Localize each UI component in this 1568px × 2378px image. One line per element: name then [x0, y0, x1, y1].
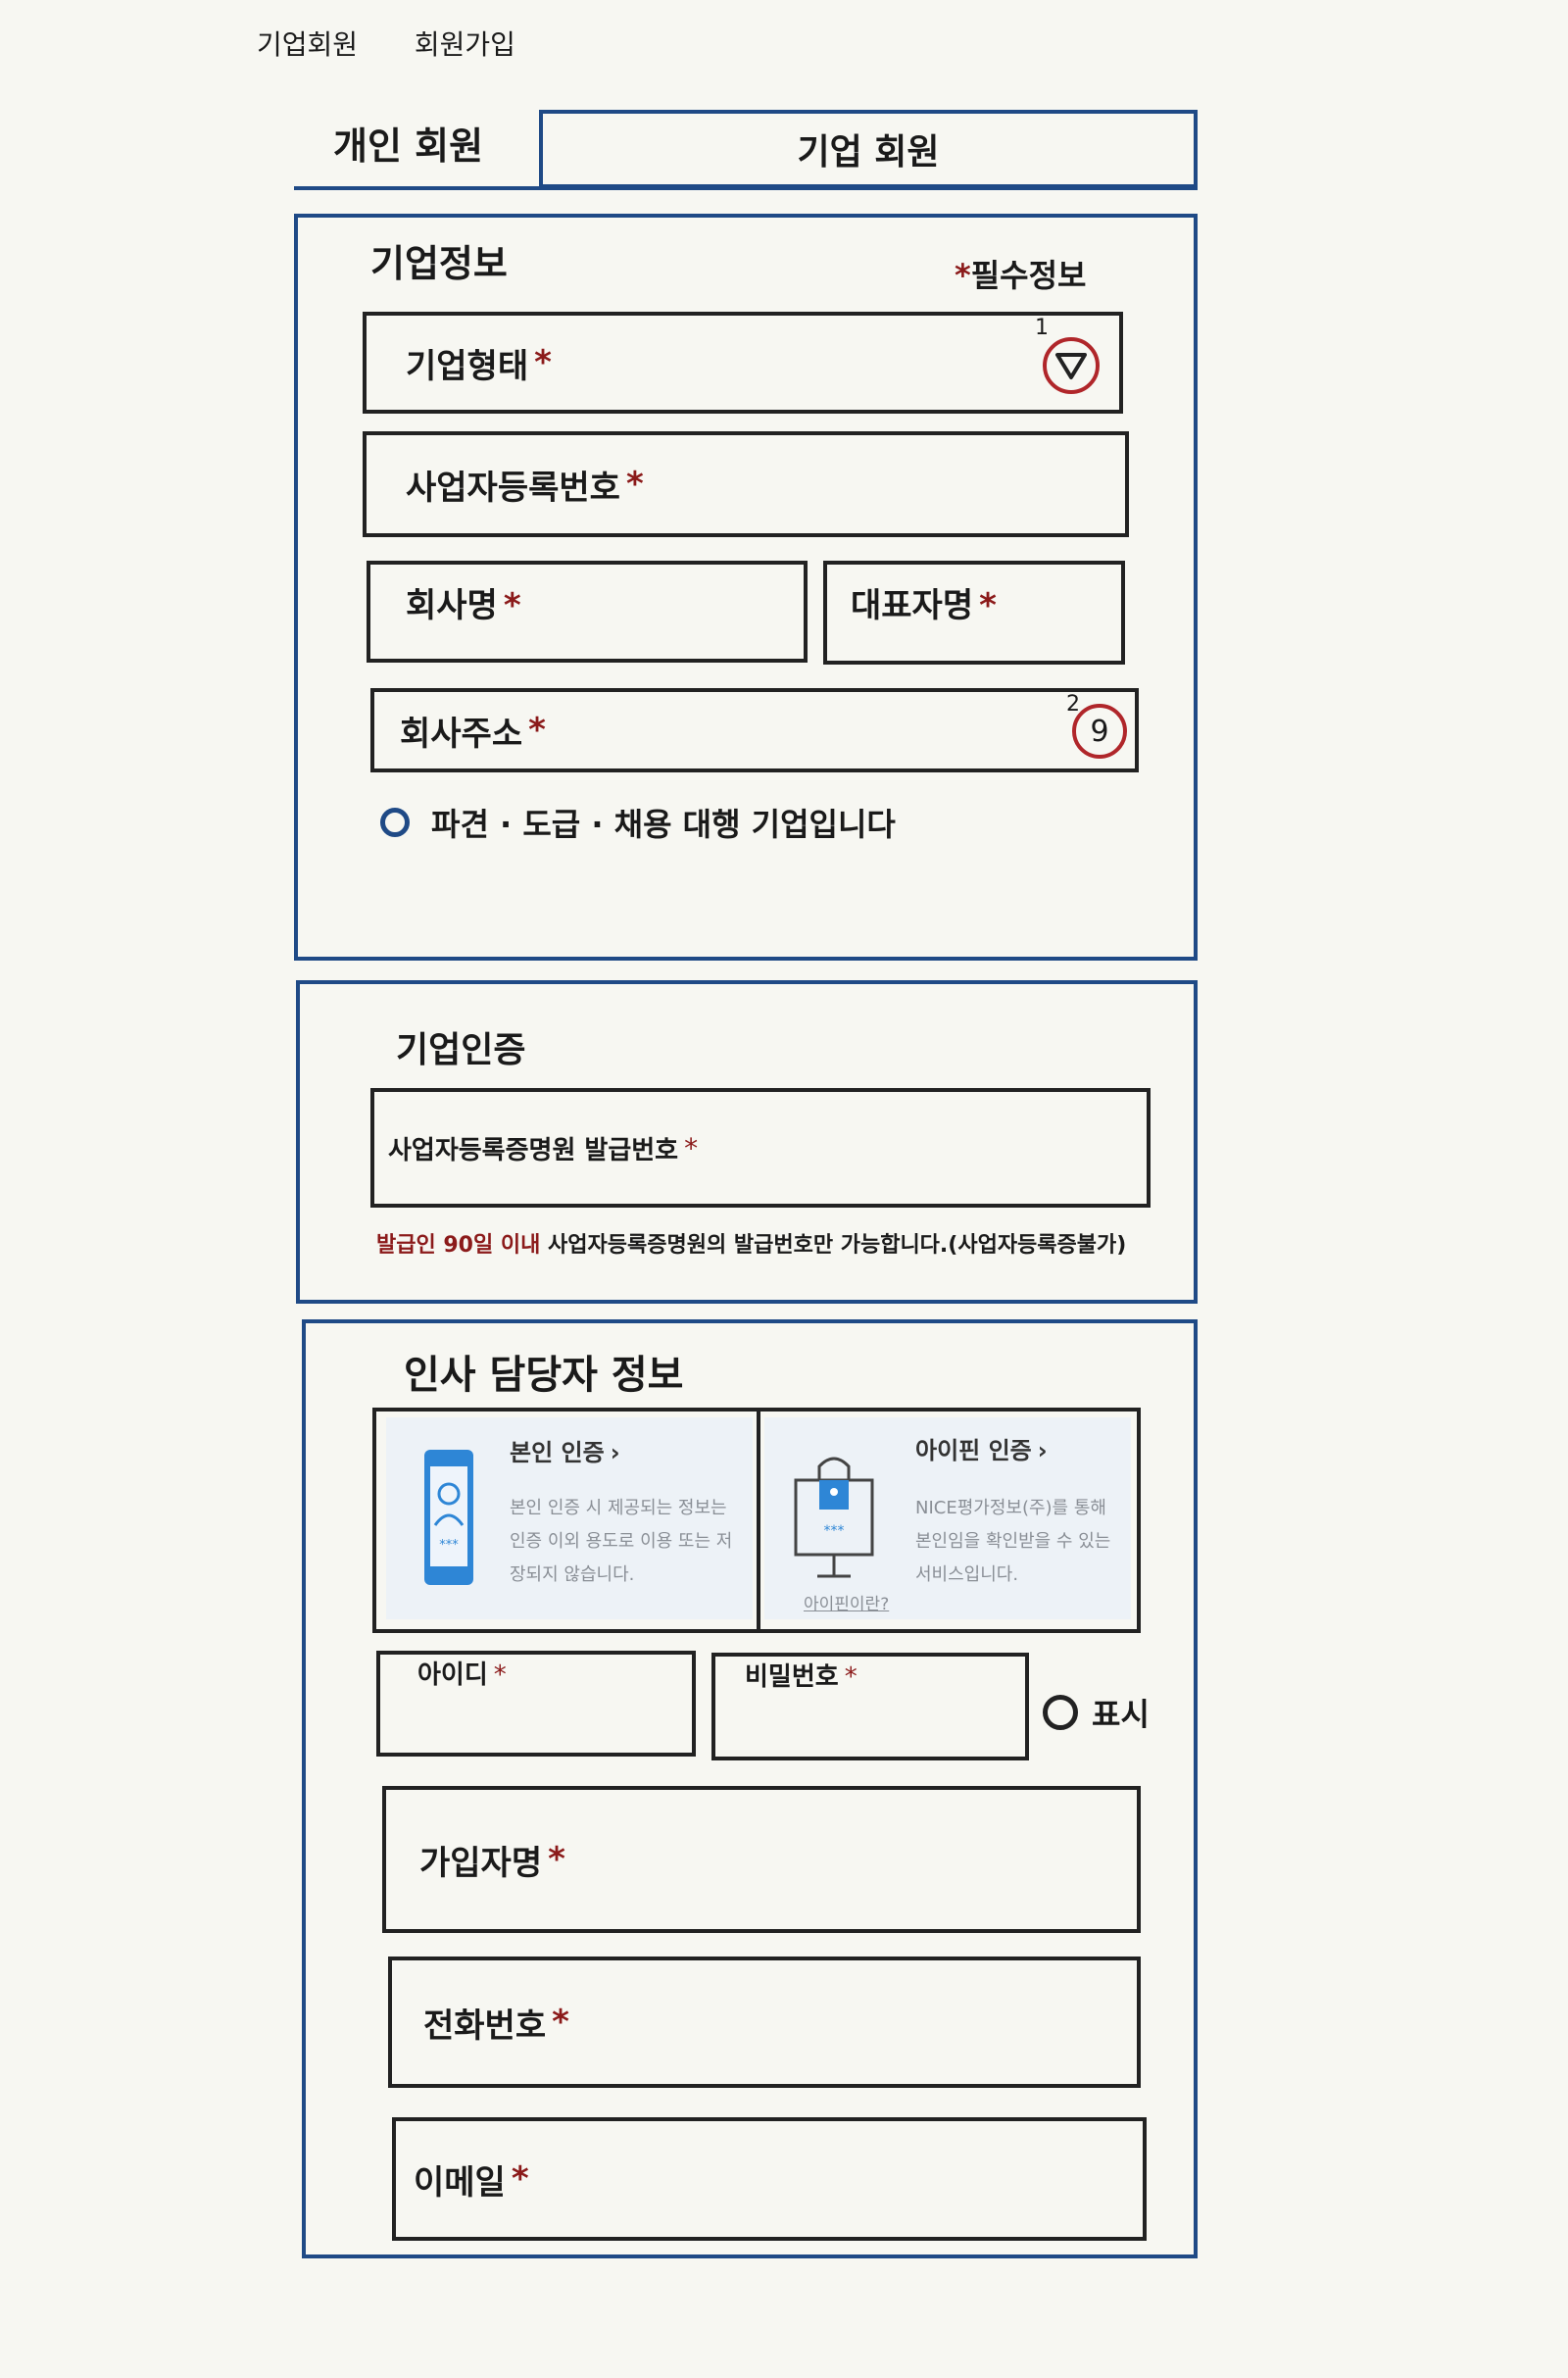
- required-note: *필수정보: [955, 257, 1087, 294]
- user-id-field[interactable]: 아이디 *: [376, 1651, 696, 1757]
- ipin-verification-card[interactable]: *** 아이핀이란? 아이핀 인증 › NICE평가정보(주)를 통해 본인임을 …: [764, 1417, 1131, 1619]
- svg-text:***: ***: [439, 1538, 459, 1553]
- identity-card-desc: 본인 인증 시 제공되는 정보는 인증 이외 용도로 이용 또는 저장되지 않습…: [510, 1498, 733, 1585]
- chevron-down-icon[interactable]: [1043, 337, 1100, 394]
- show-password-radio[interactable]: [1043, 1695, 1078, 1730]
- chevron-right-icon: ›: [1037, 1437, 1048, 1464]
- chevron-right-icon: ›: [610, 1439, 620, 1466]
- identity-verification-card[interactable]: *** 본인 인증 › 본인 인증 시 제공되는 정보는 인증 이외 용도로 이용…: [386, 1417, 753, 1619]
- password-field[interactable]: 비밀번호 *: [711, 1653, 1029, 1760]
- breadcrumb: 기업회원 회원가입: [257, 24, 515, 63]
- svg-text:***: ***: [824, 1523, 845, 1539]
- ipin-card-title: 아이핀 인증 ›: [915, 1437, 1048, 1464]
- company-type-select[interactable]: 기업형태 *: [363, 312, 1123, 414]
- show-password-option[interactable]: 표시: [1043, 1690, 1150, 1735]
- company-name-field[interactable]: 회사명 *: [367, 561, 808, 663]
- tab-personal[interactable]: 개인 회원: [333, 116, 483, 170]
- company-info-title: 기업정보: [370, 242, 508, 285]
- tab-corporate[interactable]: 기업 회원: [539, 110, 1198, 188]
- ceo-name-field[interactable]: 대표자명 *: [823, 561, 1125, 665]
- tab-corporate-label: 기업 회원: [797, 132, 940, 173]
- company-address-field[interactable]: 회사주소 *: [370, 688, 1139, 772]
- business-reg-no-field[interactable]: 사업자등록번호 *: [363, 431, 1129, 537]
- hr-info-title: 인사 담당자 정보: [404, 1353, 684, 1398]
- dispatch-radio[interactable]: [380, 808, 410, 837]
- required-mark: *: [955, 257, 971, 294]
- email-field[interactable]: 이메일 *: [392, 2117, 1147, 2241]
- phone-icon: ***: [421, 1447, 476, 1592]
- ipin-info-link[interactable]: 아이핀이란?: [804, 1590, 889, 1614]
- identity-card-title: 본인 인증 ›: [510, 1439, 620, 1466]
- annotation-1: 1: [1035, 316, 1049, 340]
- issue-number-field[interactable]: 사업자등록증명원 발급번호 *: [370, 1088, 1151, 1208]
- breadcrumb-part-2: 회원가입: [414, 28, 515, 61]
- issue-note: 발급인 90일 이내 사업자등록증명원의 발급번호만 가능합니다.(사업자등록증…: [376, 1233, 1127, 1258]
- company-auth-title: 기업인증: [396, 1030, 526, 1070]
- phone-number-field[interactable]: 전화번호 *: [388, 1957, 1141, 2088]
- ipin-card-desc: NICE평가정보(주)를 통해 본인임을 확인받을 수 있는 서비스입니다.: [915, 1498, 1111, 1585]
- dispatch-option-label: 파견 · 도급 · 채용 대행 기업입니다: [431, 806, 896, 843]
- breadcrumb-part-1: 기업회원: [257, 28, 359, 61]
- lock-monitor-icon: ***: [790, 1447, 878, 1588]
- address-search-icon[interactable]: 9: [1072, 704, 1127, 759]
- dispatch-option[interactable]: 파견 · 도급 · 채용 대행 기업입니다: [380, 800, 896, 845]
- card-divider: [757, 1412, 760, 1629]
- applicant-name-field[interactable]: 가입자명 *: [382, 1786, 1141, 1933]
- show-password-label: 표시: [1092, 1696, 1150, 1733]
